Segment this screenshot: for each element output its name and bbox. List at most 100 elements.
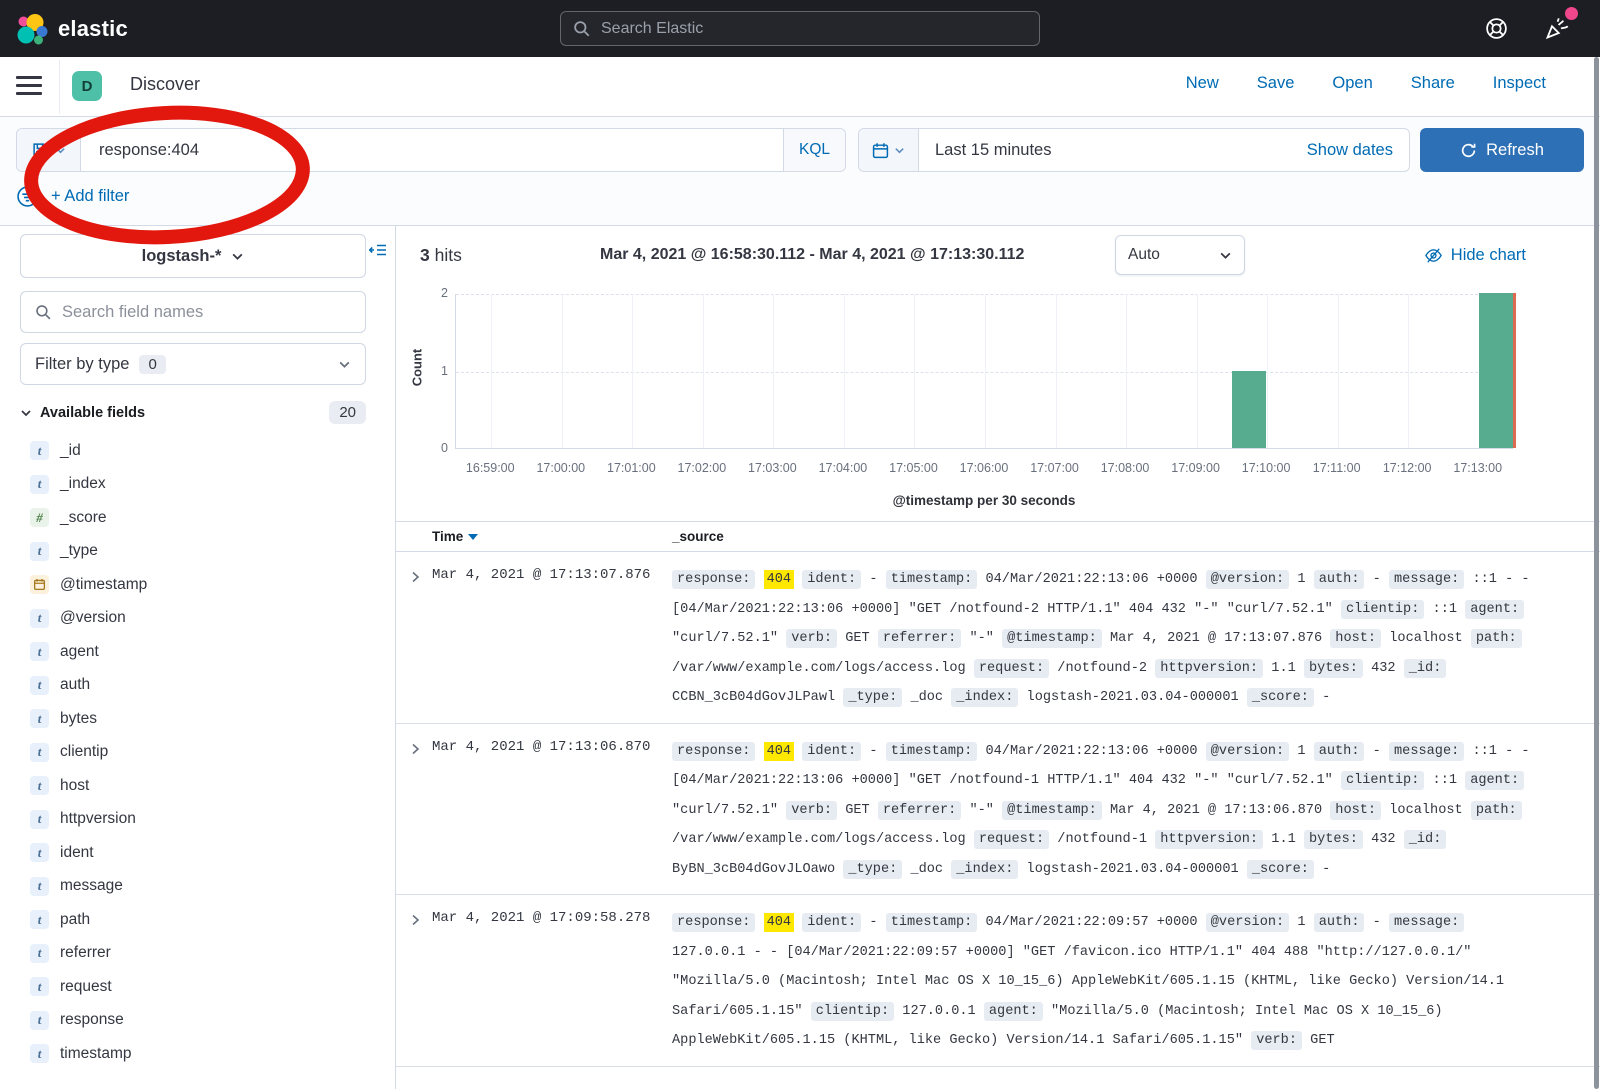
action-new[interactable]: New [1186,74,1219,93]
field-item-host[interactable]: thost [0,769,395,803]
field-pill: host: [1330,801,1381,820]
action-inspect[interactable]: Inspect [1493,74,1546,93]
collapse-sidebar-icon[interactable] [369,242,387,258]
field-search-input[interactable]: Search field names [20,291,366,333]
field-name: _id [60,442,81,460]
hits-count: 3 hits [420,245,462,266]
gridline [562,294,563,448]
field-item-auth[interactable]: tauth [0,669,395,703]
field-pill: auth: [1314,742,1365,761]
histogram-bar[interactable] [1479,293,1513,448]
global-search-input[interactable]: Search Elastic [560,11,1040,46]
field-pill: ident: [802,742,861,761]
field-item-timestamp[interactable]: ttimestamp [0,1037,395,1071]
documents-table: Time _source Mar 4, 2021 @ 17:13:07.876r… [396,521,1600,1067]
field-item-index[interactable]: t_index [0,468,395,502]
available-fields-count-badge: 20 [329,401,366,424]
discover-app-badge[interactable]: D [72,71,102,101]
divider [59,60,60,114]
field-item-response[interactable]: tresponse [0,1004,395,1038]
filter-by-type-select[interactable]: Filter by type 0 [20,343,366,385]
x-tick-label: 17:11:00 [1313,461,1361,475]
menu-icon[interactable] [16,76,42,100]
field-pill: ident: [802,570,861,589]
highlighted-value: 404 [764,742,794,761]
type-filter-count-badge: 0 [139,355,165,374]
fields-sidebar: logstash-* Search field names Filter by … [0,226,396,1089]
highlighted-value: 404 [764,913,794,932]
column-time[interactable]: Time [432,529,672,544]
interval-select[interactable]: Auto [1115,235,1245,275]
newsfeed-icon[interactable] [1543,15,1570,42]
expand-row-icon[interactable] [396,565,432,713]
field-item-httpversion[interactable]: thttpversion [0,803,395,837]
x-tick-label: 17:06:00 [960,461,1009,475]
query-input[interactable]: response:404 [81,129,783,171]
row-source-cell: response: 404 ident: - timestamp: 04/Mar… [672,908,1600,1056]
text-field-icon: t [30,1011,49,1030]
action-open[interactable]: Open [1332,74,1372,93]
field-item-clientip[interactable]: tclientip [0,736,395,770]
field-item-message[interactable]: tmessage [0,870,395,904]
add-filter-button[interactable]: + Add filter [51,187,129,206]
x-tick-label: 17:03:00 [748,461,797,475]
refresh-button[interactable]: Refresh [1420,128,1584,172]
field-pill: auth: [1314,913,1365,932]
field-item-request[interactable]: trequest [0,970,395,1004]
expand-row-icon[interactable] [396,908,432,1056]
histogram-bar[interactable] [1232,371,1266,449]
table-row: Mar 4, 2021 @ 17:13:07.876response: 404 … [396,552,1600,724]
field-item-path[interactable]: tpath [0,903,395,937]
help-icon[interactable] [1484,16,1509,41]
field-item-ident[interactable]: tident [0,836,395,870]
row-source-cell: response: 404 ident: - timestamp: 04/Mar… [672,565,1600,713]
field-pill: @version: [1206,913,1289,932]
query-input-group: response:404 KQL [16,128,846,172]
current-time-marker [1513,293,1516,448]
search-bar-region: response:404 KQL Last 15 minutes Show da… [0,117,1600,226]
filter-icon[interactable] [16,185,39,208]
action-share[interactable]: Share [1411,74,1455,93]
gridline [1126,294,1127,448]
vertical-scrollbar[interactable] [1594,57,1599,1089]
available-fields-header[interactable]: Available fields 20 [20,401,366,424]
text-field-icon: t [30,944,49,963]
field-pill: clientip: [811,1002,894,1021]
save-query-icon [32,142,49,159]
field-item-version[interactable]: t@version [0,602,395,636]
kql-language-button[interactable]: KQL [783,129,845,171]
hide-chart-button[interactable]: Hide chart [1424,246,1526,265]
expand-row-icon[interactable] [396,737,432,885]
text-field-icon: t [30,743,49,762]
field-item-timestamp[interactable]: @timestamp [0,568,395,602]
field-pill: request: [974,659,1049,678]
text-field-icon: t [30,910,49,929]
field-name: _type [60,542,98,560]
field-item-id[interactable]: t _id [0,434,395,468]
text-field-icon: t [30,441,49,460]
highlighted-value: 404 [764,570,794,589]
elastic-brand[interactable]: elastic [0,12,128,46]
global-search-placeholder: Search Elastic [601,20,703,38]
histogram-chart[interactable]: Count 210 16:59:0017:00:0017:01:0017:02:… [396,284,1600,516]
field-name: bytes [60,710,97,728]
field-pill: auth: [1314,570,1365,589]
field-item-referrer[interactable]: treferrer [0,937,395,971]
quick-select-menu[interactable] [859,129,919,171]
field-pill: verb: [786,629,837,648]
field-pill: @timestamp: [1002,801,1102,820]
field-item-score[interactable]: #_score [0,501,395,535]
field-pill: agent: [984,1002,1043,1021]
field-item-agent[interactable]: tagent [0,635,395,669]
field-item-type[interactable]: t_type [0,535,395,569]
field-item-bytes[interactable]: tbytes [0,702,395,736]
field-pill: _index: [951,860,1018,879]
action-save[interactable]: Save [1257,74,1295,93]
index-pattern-select[interactable]: logstash-* [20,234,366,278]
field-pill: @version: [1206,570,1289,589]
field-name: host [60,777,89,795]
time-range-value[interactable]: Last 15 minutes [919,129,1307,171]
show-dates-button[interactable]: Show dates [1307,129,1409,171]
saved-query-menu[interactable] [17,129,81,171]
date-field-icon [30,575,49,594]
